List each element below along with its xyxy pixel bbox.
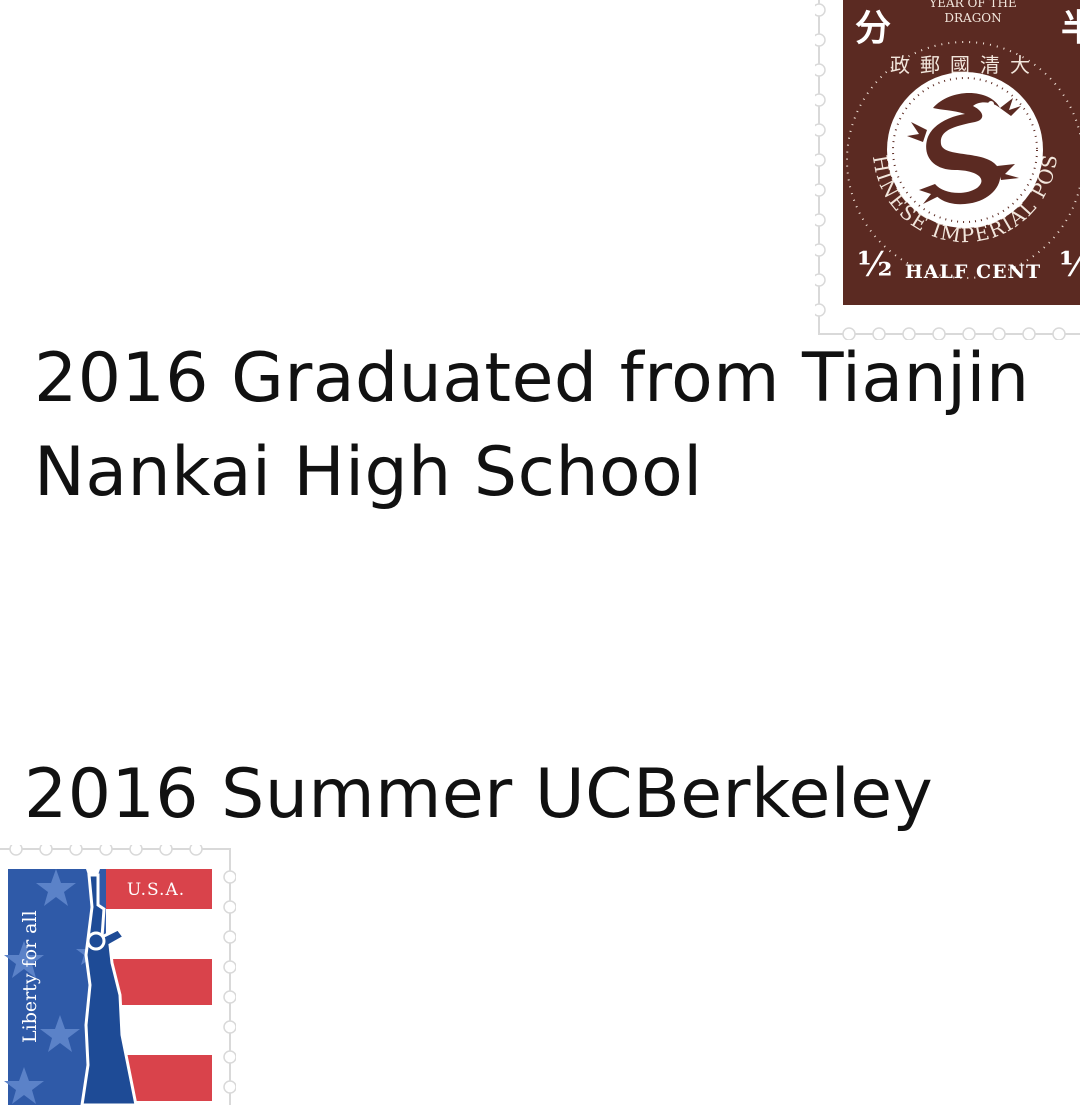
stamp-right-character: 半 <box>1061 7 1080 49</box>
graduation-headline: 2016 Graduated from Tianjin Nankai High … <box>34 332 1030 520</box>
chinese-imperial-post-stamp: YEAR OF THE DRAGON 分 半 政郵國清大 CHINESE IMP… <box>815 0 1080 340</box>
stamp-left-character: 分 <box>855 7 891 49</box>
graduation-headline-line1: 2016 Graduated from Tianjin <box>34 339 1030 418</box>
stamp-year-label-line1: YEAR OF THE <box>928 0 1016 10</box>
stamp-year-label-line2: DRAGON <box>944 11 1001 25</box>
summer-headline: 2016 Summer UCBerkeley <box>24 755 934 834</box>
stamp-denomination: HALF CENT <box>905 261 1041 283</box>
stamp-fraction-left: ½ <box>857 245 892 285</box>
usa-stamp-country: U.S.A. <box>127 880 185 900</box>
usa-stamp-slogan: Liberty for all <box>19 910 41 1043</box>
chinese-stamp-graphic: YEAR OF THE DRAGON 分 半 政郵國清大 CHINESE IMP… <box>815 0 1080 340</box>
stamp-fraction-right: ½ <box>1059 245 1080 285</box>
graduation-headline-line2: Nankai High School <box>34 433 703 512</box>
usa-liberty-stamp: U.S.A. Liberty for all <box>0 845 236 1105</box>
usa-stamp-graphic: U.S.A. Liberty for all <box>0 845 236 1105</box>
